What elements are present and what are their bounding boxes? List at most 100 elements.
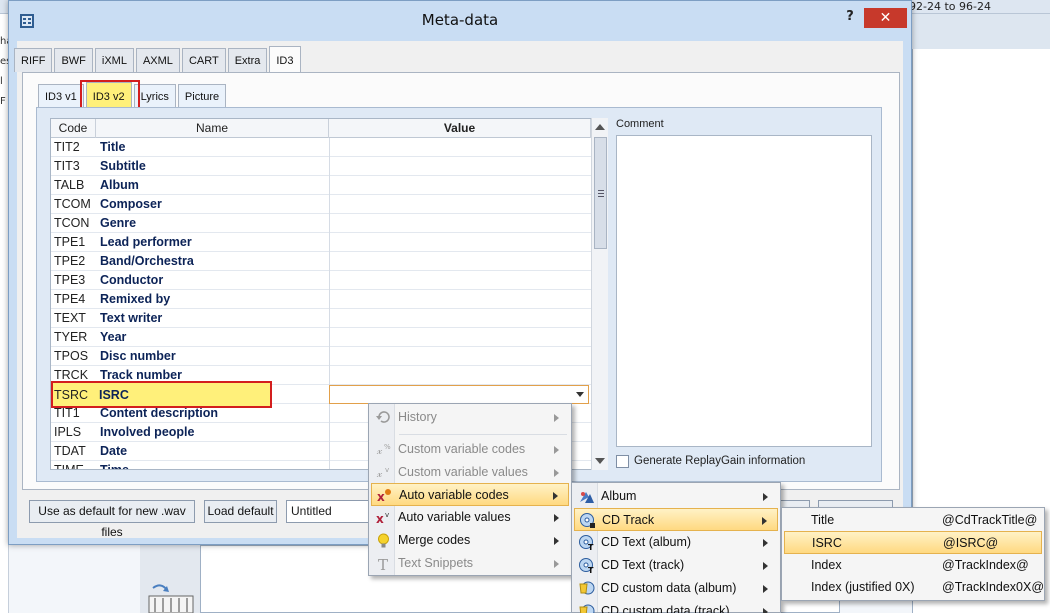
- row-value-cell[interactable]: [329, 233, 591, 252]
- use-as-default-button[interactable]: Use as default for new .wav files: [29, 500, 195, 539]
- row-value-cell[interactable]: [329, 328, 591, 347]
- preset-name-field[interactable]: Untitled: [286, 500, 376, 523]
- tab-id3-v1[interactable]: ID3 v1: [38, 84, 84, 108]
- column-header-name[interactable]: Name: [96, 119, 329, 138]
- selected-row-text: TSRC ISRC: [54, 386, 270, 405]
- menu-item-cd-custom-data-track-label: CD custom data (track): [601, 604, 730, 613]
- history-icon: [376, 411, 390, 423]
- value-context-menu: History 𝓍% Custom variable codes 𝓍v Cust…: [368, 403, 572, 576]
- row-value-cell[interactable]: [329, 214, 591, 233]
- menu-item-merge-codes[interactable]: Merge codes: [371, 529, 569, 552]
- row-name: Composer: [100, 197, 162, 211]
- table-row[interactable]: TPE2 Band/Orchestra: [51, 252, 591, 271]
- row-code: IPLS: [54, 425, 82, 439]
- menu-item-auto-variable-codes[interactable]: x Auto variable codes: [371, 483, 569, 506]
- replaygain-checkbox[interactable]: [616, 455, 629, 468]
- row-value-cell[interactable]: [329, 309, 591, 328]
- menu-item-index-justified-code[interactable]: Index (justified 0X) @TrackIndex0X@: [784, 576, 1044, 599]
- column-header-value[interactable]: Value: [329, 119, 591, 138]
- value-combo-box[interactable]: [329, 385, 589, 404]
- table-row[interactable]: TIT3 Subtitle: [51, 157, 591, 176]
- column-header-code[interactable]: Code: [51, 119, 96, 138]
- load-default-button[interactable]: Load default: [204, 500, 277, 523]
- menu-item-history[interactable]: History: [371, 406, 569, 429]
- auto-values-icon: xv: [376, 511, 389, 526]
- close-button[interactable]: ✕: [864, 8, 907, 28]
- tab-ixml[interactable]: iXML: [94, 48, 134, 72]
- table-row[interactable]: TCOM Composer: [51, 195, 591, 214]
- row-value-cell[interactable]: [329, 347, 591, 366]
- tab-picture[interactable]: Picture: [177, 84, 227, 108]
- tab-id3[interactable]: ID3: [269, 46, 301, 72]
- dialog-titlebar[interactable]: Meta-data ? ✕: [9, 1, 911, 41]
- tab-cart[interactable]: CART: [181, 48, 226, 72]
- row-value-cell[interactable]: [329, 138, 591, 157]
- scroll-down-arrow-icon[interactable]: [595, 458, 605, 464]
- menu-item-isrc-code-text: @ISRC@: [943, 536, 999, 550]
- row-name: Time: [100, 463, 129, 470]
- row-value-cell[interactable]: [329, 157, 591, 176]
- table-row[interactable]: TYER Year: [51, 328, 591, 347]
- table-row[interactable]: TALB Album: [51, 176, 591, 195]
- row-value-cell[interactable]: [329, 195, 591, 214]
- menu-item-cd-text-album-label: CD Text (album): [601, 535, 692, 549]
- row-value-cell[interactable]: [329, 271, 591, 290]
- table-row[interactable]: TIT2 Title: [51, 138, 591, 157]
- row-name: Disc number: [100, 349, 176, 363]
- menu-item-text-snippets[interactable]: T Text Snippets: [371, 552, 569, 575]
- row-name: Remixed by: [100, 292, 171, 306]
- scrollbar-thumb[interactable]: [594, 137, 607, 249]
- menu-separator: [399, 434, 567, 435]
- table-row[interactable]: TCON Genre: [51, 214, 591, 233]
- tab-extra[interactable]: Extra: [227, 48, 268, 72]
- table-row[interactable]: TPOS Disc number: [51, 347, 591, 366]
- row-value-cell[interactable]: [329, 252, 591, 271]
- tab-bwf[interactable]: BWF: [54, 48, 93, 72]
- menu-item-auto-variable-values-label: Auto variable values: [398, 510, 511, 524]
- menu-item-custom-variable-values[interactable]: 𝓍v Custom variable values: [371, 461, 569, 484]
- scroll-up-arrow-icon[interactable]: [595, 124, 605, 130]
- menu-item-auto-variable-values[interactable]: xv Auto variable values: [371, 506, 569, 529]
- table-row[interactable]: TEXT Text writer: [51, 309, 591, 328]
- row-code: TPOS: [54, 349, 89, 363]
- comment-textarea[interactable]: [616, 135, 872, 447]
- tab-axml[interactable]: AXML: [135, 48, 180, 72]
- menu-item-index-code[interactable]: Index @TrackIndex@: [784, 554, 1042, 577]
- menu-item-custom-variable-codes[interactable]: 𝓍% Custom variable codes: [371, 438, 569, 461]
- row-value-cell[interactable]: [329, 290, 591, 309]
- menu-item-cd-track[interactable]: CD Track: [574, 508, 778, 531]
- table-vertical-scrollbar[interactable]: [591, 118, 608, 470]
- table-row[interactable]: TPE4 Remixed by: [51, 290, 591, 309]
- outer-tab-strip: RIFF BWF iXML AXML CART Extra ID3: [14, 46, 303, 72]
- menu-item-album[interactable]: Album: [574, 485, 778, 508]
- row-code: TPE2: [54, 254, 86, 268]
- menu-item-cd-custom-data-track[interactable]: CD custom data (track): [574, 600, 778, 613]
- close-icon: ✕: [879, 10, 892, 26]
- menu-item-isrc-code[interactable]: ISRC @ISRC@: [784, 531, 1042, 554]
- selected-row-name: ISRC: [99, 388, 129, 402]
- chevron-down-icon[interactable]: [576, 392, 584, 397]
- comment-label: Comment: [616, 118, 664, 130]
- row-value-cell[interactable]: [329, 176, 591, 195]
- auto-codes-icon: x: [377, 489, 391, 504]
- submenu-arrow-icon: [554, 414, 559, 422]
- row-name: Year: [100, 330, 127, 344]
- cd-track-submenu: Title @CdTrackTitle@ ISRC @ISRC@ Index @…: [781, 507, 1045, 601]
- help-button[interactable]: ?: [841, 9, 859, 27]
- row-value-cell[interactable]: [329, 366, 591, 385]
- table-row[interactable]: TPE1 Lead performer: [51, 233, 591, 252]
- menu-item-title-code[interactable]: Title @CdTrackTitle@: [784, 509, 1042, 532]
- menu-item-merge-codes-label: Merge codes: [398, 533, 471, 547]
- menu-item-cd-text-track[interactable]: T CD Text (track): [574, 554, 778, 577]
- cd-text-album-icon: T: [579, 535, 594, 551]
- submenu-arrow-icon: [554, 514, 559, 522]
- submenu-arrow-icon: [763, 585, 768, 593]
- tab-riff[interactable]: RIFF: [14, 48, 53, 72]
- cd-custom-track-icon: [579, 604, 595, 613]
- svg-text:%: %: [384, 443, 391, 451]
- menu-item-cd-custom-data-album[interactable]: CD custom data (album): [574, 577, 778, 600]
- dialog-title: Meta-data: [421, 11, 499, 29]
- menu-item-cd-text-album[interactable]: T CD Text (album): [574, 531, 778, 554]
- svg-text:x: x: [377, 490, 385, 504]
- table-row[interactable]: TPE3 Conductor: [51, 271, 591, 290]
